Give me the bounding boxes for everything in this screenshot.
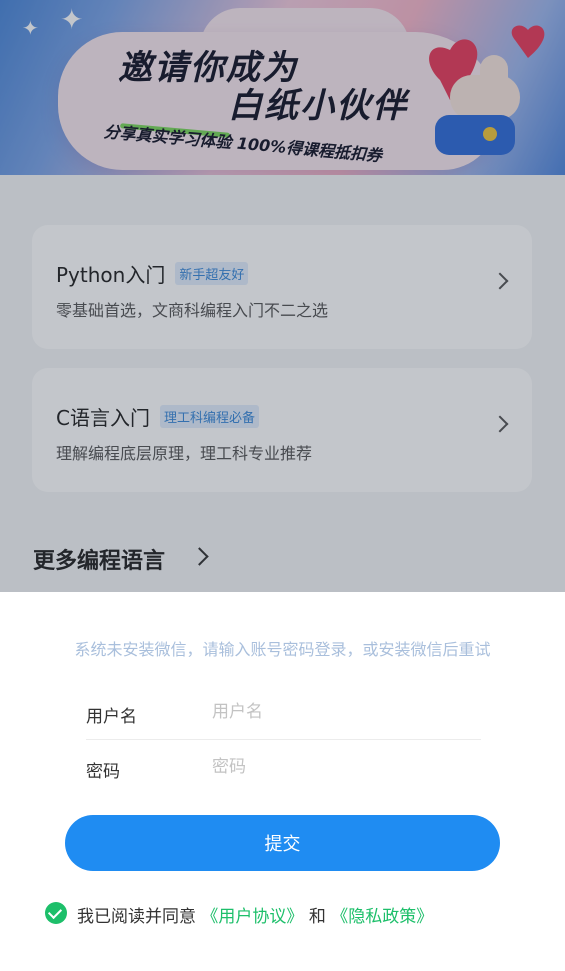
wechat-not-installed-notice: 系统未安装微信，请输入账号密码登录，或安装微信后重试 (74, 640, 491, 659)
password-input[interactable] (210, 751, 474, 783)
login-sheet: 系统未安装微信，请输入账号密码登录，或安装微信后重试 用户名 密码 提交 我已阅… (0, 592, 565, 971)
password-row: 密码 (86, 741, 481, 795)
username-input[interactable] (210, 696, 474, 728)
agree-and: 和 (308, 907, 326, 927)
submit-button[interactable]: 提交 (65, 815, 500, 871)
username-row: 用户名 (86, 686, 481, 740)
username-label: 用户名 (86, 707, 137, 727)
modal-overlay[interactable] (0, 0, 565, 592)
user-agreement-link[interactable]: 《用户协议》 (201, 907, 303, 927)
checkbox-checked-icon[interactable] (45, 902, 67, 924)
password-label: 密码 (86, 762, 120, 782)
agreement-text: 我已阅读并同意 《用户协议》 和 《隐私政策》 (77, 902, 433, 927)
agree-prefix: 我已阅读并同意 (77, 907, 196, 927)
field-divider (86, 739, 481, 740)
privacy-policy-link[interactable]: 《隐私政策》 (331, 907, 433, 927)
